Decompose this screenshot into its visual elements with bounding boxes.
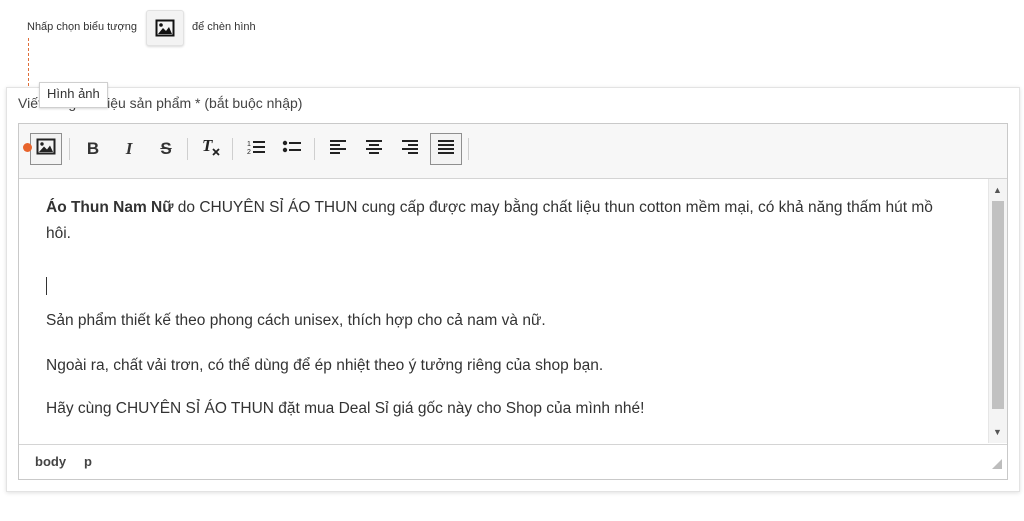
clear-format-icon: T [200, 136, 222, 162]
align-center-button[interactable] [358, 133, 390, 165]
paragraph-3: Ngoài ra, chất vải trơn, có thể dùng để … [46, 357, 604, 374]
align-left-icon [329, 139, 347, 160]
scroll-up-icon[interactable]: ▲ [993, 185, 1002, 195]
hint-text-before: Nhấp chọn biểu tượng [27, 21, 137, 33]
italic-button[interactable]: I [113, 133, 145, 165]
paragraph-1-text: do CHUYÊN SỈ ÁO THUN cung cấp được may b… [46, 199, 933, 242]
editor-statusbar: body p [19, 444, 1007, 479]
editor-content[interactable]: Áo Thun Nam Nữ do CHUYÊN SỈ ÁO THUN cung… [19, 179, 987, 443]
svg-text:2: 2 [247, 149, 251, 156]
strikethrough-button[interactable]: S [150, 133, 182, 165]
product-name: Áo Thun Nam Nữ [46, 199, 174, 216]
path-body[interactable]: body [35, 454, 66, 469]
svg-text:1: 1 [247, 141, 251, 148]
numbered-list-button[interactable]: 1 2 [240, 133, 272, 165]
toolbar-separator [314, 138, 315, 160]
insert-image-hint: Nhấp chọn biểu tượng để chèn hình [0, 0, 1024, 60]
remove-format-button[interactable]: T [195, 133, 227, 165]
paragraph-1: Áo Thun Nam Nữ do CHUYÊN SỈ ÁO THUN cung… [46, 195, 961, 247]
align-left-button[interactable] [322, 133, 354, 165]
toolbar-separator [232, 138, 233, 160]
rich-text-editor: B I S T 1 2 Áo Thun Nam Nữ do CHUYÊN SỈ … [18, 123, 1008, 480]
bold-button[interactable]: B [77, 133, 109, 165]
align-center-icon [365, 139, 383, 160]
toolbar-separator [187, 138, 188, 160]
numbered-list-icon: 1 2 [246, 138, 266, 161]
text-caret [46, 277, 47, 295]
scroll-down-icon[interactable]: ▼ [993, 427, 1002, 437]
italic-icon: I [125, 139, 133, 158]
bullet-list-button[interactable] [276, 133, 308, 165]
image-button[interactable] [30, 133, 62, 165]
editor-toolbar: B I S T 1 2 [19, 124, 1007, 179]
bullet-list-icon [282, 138, 302, 161]
path-p[interactable]: p [84, 454, 92, 469]
hint-image-icon [146, 10, 184, 46]
toolbar-separator [468, 138, 469, 160]
svg-text:T: T [202, 137, 213, 155]
image-tooltip: Hình ảnh [39, 82, 108, 108]
hint-text-after: để chèn hình [192, 21, 256, 33]
bold-icon: B [86, 139, 100, 158]
strikethrough-icon: S [160, 139, 172, 158]
justify-button[interactable] [430, 133, 462, 165]
paragraph-2: Sản phẩm thiết kế theo phong cách unisex… [46, 312, 546, 329]
description-panel: Viết bài giới thiệu sản phẩm * (bắt buộc… [6, 87, 1020, 492]
toolbar-separator [69, 138, 70, 160]
justify-icon [437, 139, 455, 160]
paragraph-4: Hãy cùng CHUYÊN SỈ ÁO THUN đặt mua Deal … [46, 400, 645, 417]
align-right-icon [401, 139, 419, 160]
scrollbar-thumb[interactable] [992, 201, 1004, 409]
hint-marker-dot [23, 143, 32, 152]
resize-handle-icon[interactable] [991, 457, 1003, 475]
vertical-scrollbar[interactable]: ▲ ▼ [988, 179, 1007, 443]
image-icon [36, 138, 56, 160]
align-right-button[interactable] [394, 133, 426, 165]
